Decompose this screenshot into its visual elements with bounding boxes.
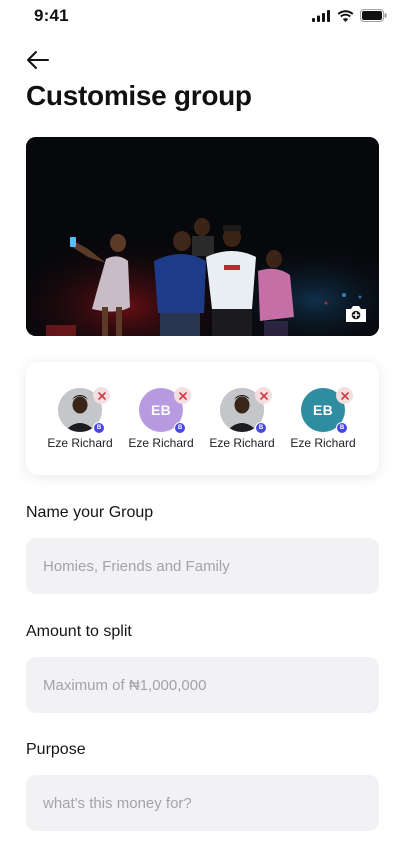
status-icons [312,9,387,22]
member-name: Eze Richard [47,436,113,450]
amount-label: Amount to split [26,623,132,640]
status-time: 9:41 [34,6,69,25]
page-title: Customise group [26,80,252,111]
member-item[interactable]: B Eze Richard [40,387,120,450]
purpose-label: Purpose [26,741,86,758]
bank-badge: B [174,422,186,434]
group-name-label: Name your Group [26,504,154,521]
close-icon [340,391,349,400]
avatar: EB B [139,387,191,434]
arrow-left-icon [27,51,49,69]
remove-member-button[interactable] [336,387,353,404]
back-button[interactable] [26,48,54,72]
purpose-input[interactable] [26,775,379,831]
bank-badge: B [255,422,267,434]
member-name: Eze Richard [128,436,194,450]
close-icon [259,391,268,400]
member-name: Eze Richard [290,436,356,450]
status-bar: 9:41 [0,0,405,32]
remove-member-button[interactable] [255,387,272,404]
battery-icon [360,9,387,22]
bank-badge: B [336,422,348,434]
signal-icon [312,9,330,22]
avatar: B [220,387,272,434]
amount-input[interactable] [26,657,379,713]
group-name-input[interactable] [26,538,379,594]
close-icon [178,391,187,400]
remove-member-button[interactable] [174,387,191,404]
member-item[interactable]: EB B Eze Richard [283,387,363,450]
avatar: B [58,387,110,434]
bank-badge: B [93,422,105,434]
close-icon [97,391,106,400]
avatar: EB B [301,387,353,434]
remove-member-button[interactable] [93,387,110,404]
camera-plus-icon [346,306,366,322]
wifi-icon [337,9,354,22]
group-cover-image [26,137,379,336]
member-name: Eze Richard [209,436,275,450]
member-item[interactable]: EB B Eze Richard [121,387,201,450]
members-card: B Eze Richard EB B Eze Richard B Eze Ric… [26,362,379,475]
member-item[interactable]: B Eze Richard [202,387,282,450]
group-photo [26,137,379,336]
change-cover-button[interactable] [344,304,368,324]
